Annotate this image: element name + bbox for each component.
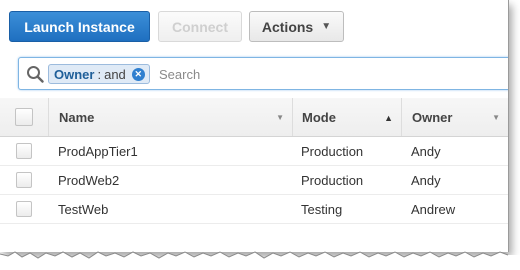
cell-owner: Andy — [411, 143, 441, 159]
instances-table: Name ▼ Mode ▲ Owner ▼ ProdAppTier1 Produ… — [0, 98, 508, 224]
launch-instance-button[interactable]: Launch Instance — [9, 11, 150, 42]
cell-name: TestWeb — [58, 201, 109, 217]
column-label-name: Name — [59, 109, 95, 125]
table-row[interactable]: ProdWeb2 Production Andy — [0, 166, 508, 195]
toolbar: Launch Instance Connect Actions ▼ — [0, 0, 508, 52]
close-icon[interactable]: ✕ — [131, 67, 145, 81]
torn-edge — [0, 244, 520, 270]
cell-name: ProdWeb2 — [58, 172, 120, 188]
search-filter-bar[interactable]: Owner : and ✕ Search — [18, 57, 508, 90]
row-checkbox[interactable] — [16, 172, 32, 188]
table-row[interactable]: ProdAppTier1 Production Andy — [0, 137, 508, 166]
sort-down-icon[interactable]: ▼ — [276, 113, 284, 122]
table-header: Name ▼ Mode ▲ Owner ▼ — [0, 98, 508, 137]
sort-up-icon[interactable]: ▲ — [384, 113, 393, 123]
cell-mode: Production — [301, 172, 364, 188]
row-checkbox-cell — [0, 137, 48, 165]
cell-owner: Andy — [411, 172, 441, 188]
instances-panel: Launch Instance Connect Actions ▼ Owner … — [0, 0, 509, 252]
chevron-down-icon: ▼ — [321, 21, 332, 32]
connect-label: Connect — [172, 18, 228, 35]
row-checkbox-cell — [0, 195, 48, 223]
search-input[interactable]: Search — [159, 67, 200, 82]
cell-mode: Testing — [301, 201, 343, 217]
cell-mode: Production — [301, 143, 364, 159]
filter-token-key: Owner — [54, 66, 95, 82]
select-all-checkbox[interactable] — [15, 108, 33, 126]
launch-instance-label: Launch Instance — [24, 18, 135, 35]
row-checkbox[interactable] — [16, 143, 32, 159]
row-checkbox[interactable] — [16, 201, 32, 217]
filter-token[interactable]: Owner : and ✕ — [48, 64, 150, 84]
cell-name: ProdAppTier1 — [58, 143, 138, 159]
actions-dropdown-button[interactable]: Actions ▼ — [249, 11, 344, 42]
header-checkbox-cell — [0, 98, 48, 136]
filter-token-separator: : — [97, 66, 102, 82]
column-header-owner[interactable]: Owner ▼ — [401, 98, 508, 136]
cell-owner: Andrew — [411, 201, 456, 217]
filter-token-value: and — [104, 66, 126, 82]
search-icon — [27, 66, 44, 83]
actions-label: Actions — [261, 18, 314, 35]
connect-button[interactable]: Connect — [158, 11, 242, 42]
column-label-owner: Owner — [412, 109, 453, 125]
sort-down-icon[interactable]: ▼ — [492, 113, 500, 122]
column-header-mode[interactable]: Mode ▲ — [292, 98, 401, 136]
column-header-name[interactable]: Name ▼ — [48, 98, 292, 136]
row-checkbox-cell — [0, 166, 48, 194]
column-label-mode: Mode — [302, 109, 336, 125]
table-row[interactable]: TestWeb Testing Andrew — [0, 195, 508, 224]
